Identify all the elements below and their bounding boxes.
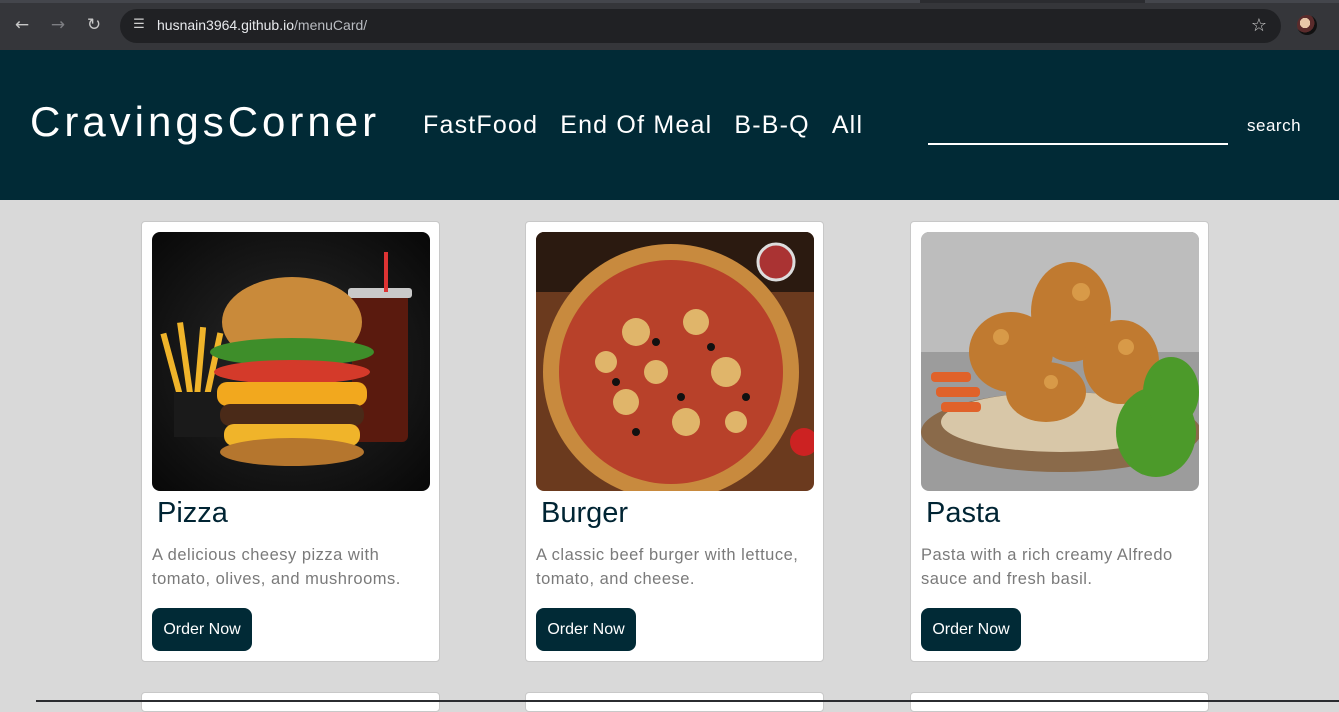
search-underline	[928, 143, 1228, 145]
nav-fastfood[interactable]: FastFood	[423, 111, 538, 140]
nav-end-of-meal[interactable]: End Of Meal	[560, 111, 712, 140]
menu-card-peek	[525, 692, 824, 712]
url-host: husnain3964.github.io	[157, 17, 295, 33]
search-button[interactable]: search	[1247, 116, 1301, 136]
card-image-burger-and-fries	[152, 232, 430, 491]
nav-all[interactable]: All	[832, 111, 863, 140]
card-title: Pizza	[157, 497, 228, 529]
menu-card-peek	[141, 692, 440, 712]
search-input[interactable]	[928, 112, 1228, 142]
profile-avatar[interactable]	[1297, 15, 1317, 35]
card-description: A delicious cheesy pizza with tomato, ol…	[152, 546, 401, 588]
card-image-fried-chicken	[921, 232, 1199, 491]
order-now-button[interactable]: Order Now	[152, 608, 252, 651]
reload-button[interactable]: ↻	[82, 13, 106, 37]
arrow-right-icon: →	[50, 15, 66, 35]
menu-card-pasta: Pasta Pasta with a rich creamy Alfredo s…	[910, 221, 1209, 662]
order-now-button[interactable]: Order Now	[536, 608, 636, 651]
url-text[interactable]: husnain3964.github.io/menuCard/	[157, 17, 367, 33]
order-now-button[interactable]: Order Now	[921, 608, 1021, 651]
site-header: CravingsCorner FastFood End Of Meal B-B-…	[0, 50, 1339, 200]
main-nav: FastFood End Of Meal B-B-Q All	[423, 111, 863, 140]
reload-icon: ↻	[86, 15, 102, 35]
star-icon[interactable]: ☆	[1251, 15, 1267, 37]
menu-card-burger: Burger A classic beef burger with lettuc…	[525, 221, 824, 662]
menu-card-peek	[910, 692, 1209, 712]
nav-bbq[interactable]: B-B-Q	[734, 111, 809, 140]
arrow-left-icon: ←	[14, 15, 30, 35]
back-button[interactable]: ←	[10, 13, 34, 37]
url-path: /menuCard/	[294, 17, 368, 33]
card-image-pizza	[536, 232, 814, 491]
forward-button[interactable]: →	[46, 13, 70, 37]
browser-toolbar: ← → ↻ ☰ husnain3964.github.io/menuCard/ …	[0, 0, 1339, 50]
tune-icon[interactable]: ☰	[130, 16, 148, 34]
brand-logo[interactable]: CravingsCorner	[30, 98, 380, 146]
card-title: Pasta	[926, 497, 1001, 529]
address-bar[interactable]: ☰ husnain3964.github.io/menuCard/ ☆	[120, 9, 1281, 43]
card-title: Burger	[541, 497, 629, 529]
card-description: Pasta with a rich creamy Alfredo sauce a…	[921, 546, 1173, 588]
menu-card-pizza: Pizza A delicious cheesy pizza with toma…	[141, 221, 440, 662]
card-description: A classic beef burger with lettuce, toma…	[536, 546, 799, 588]
tab-strip	[0, 0, 1339, 3]
